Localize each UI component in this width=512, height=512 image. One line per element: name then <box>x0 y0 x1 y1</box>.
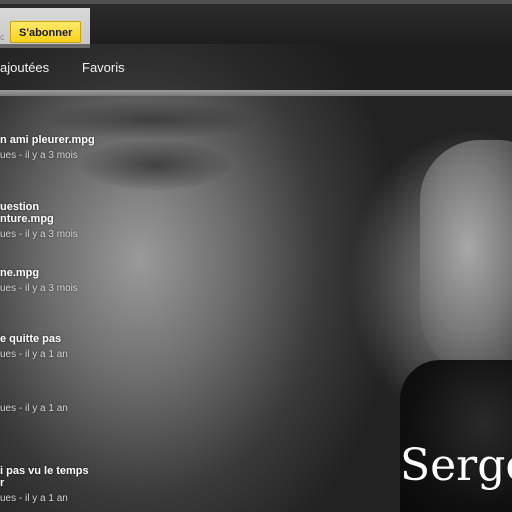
video-title[interactable]: e quitte pas <box>0 333 380 345</box>
video-meta: ues - il y a 1 an <box>0 493 68 504</box>
tabs-separator <box>0 90 512 96</box>
video-meta: ues - il y a 1 an <box>0 403 68 414</box>
tab-favoris[interactable]: Favoris <box>82 60 125 75</box>
video-meta: ues - il y a 3 mois <box>0 283 78 294</box>
channel-tabs: ajoutées Favoris <box>0 44 512 90</box>
list-item[interactable]: i pas vu le temps r ues - il y a 1 an <box>0 465 380 504</box>
channel-page: c S'abonner ajoutées Favoris n ami pleur… <box>0 0 512 512</box>
video-title[interactable]: ne.mpg <box>0 267 380 279</box>
list-item[interactable]: uestion nture.mpg ues - il y a 3 mois <box>0 201 380 240</box>
channel-header-bar: c S'abonner <box>0 0 512 48</box>
video-meta: ues - il y a 3 mois <box>0 229 78 240</box>
video-title[interactable]: i pas vu le temps r <box>0 465 380 489</box>
list-item[interactable]: e quitte pas ues - il y a 1 an <box>0 333 380 360</box>
banner-name: Serge <box>400 440 512 491</box>
list-item[interactable]: ne.mpg ues - il y a 3 mois <box>0 267 380 294</box>
list-item[interactable]: ues - il y a 1 an <box>0 399 380 414</box>
subscribe-button[interactable]: S'abonner <box>10 21 82 43</box>
video-title[interactable]: uestion nture.mpg <box>0 201 380 225</box>
video-title[interactable]: n ami pleurer.mpg <box>0 134 380 146</box>
header-small-text: c <box>0 32 5 42</box>
tab-ajoutees[interactable]: ajoutées <box>0 60 49 75</box>
background-photo-ear <box>420 140 512 380</box>
video-meta: ues - il y a 1 an <box>0 349 68 360</box>
video-meta: ues - il y a 3 mois <box>0 150 78 161</box>
list-item[interactable]: n ami pleurer.mpg ues - il y a 3 mois <box>0 134 380 161</box>
